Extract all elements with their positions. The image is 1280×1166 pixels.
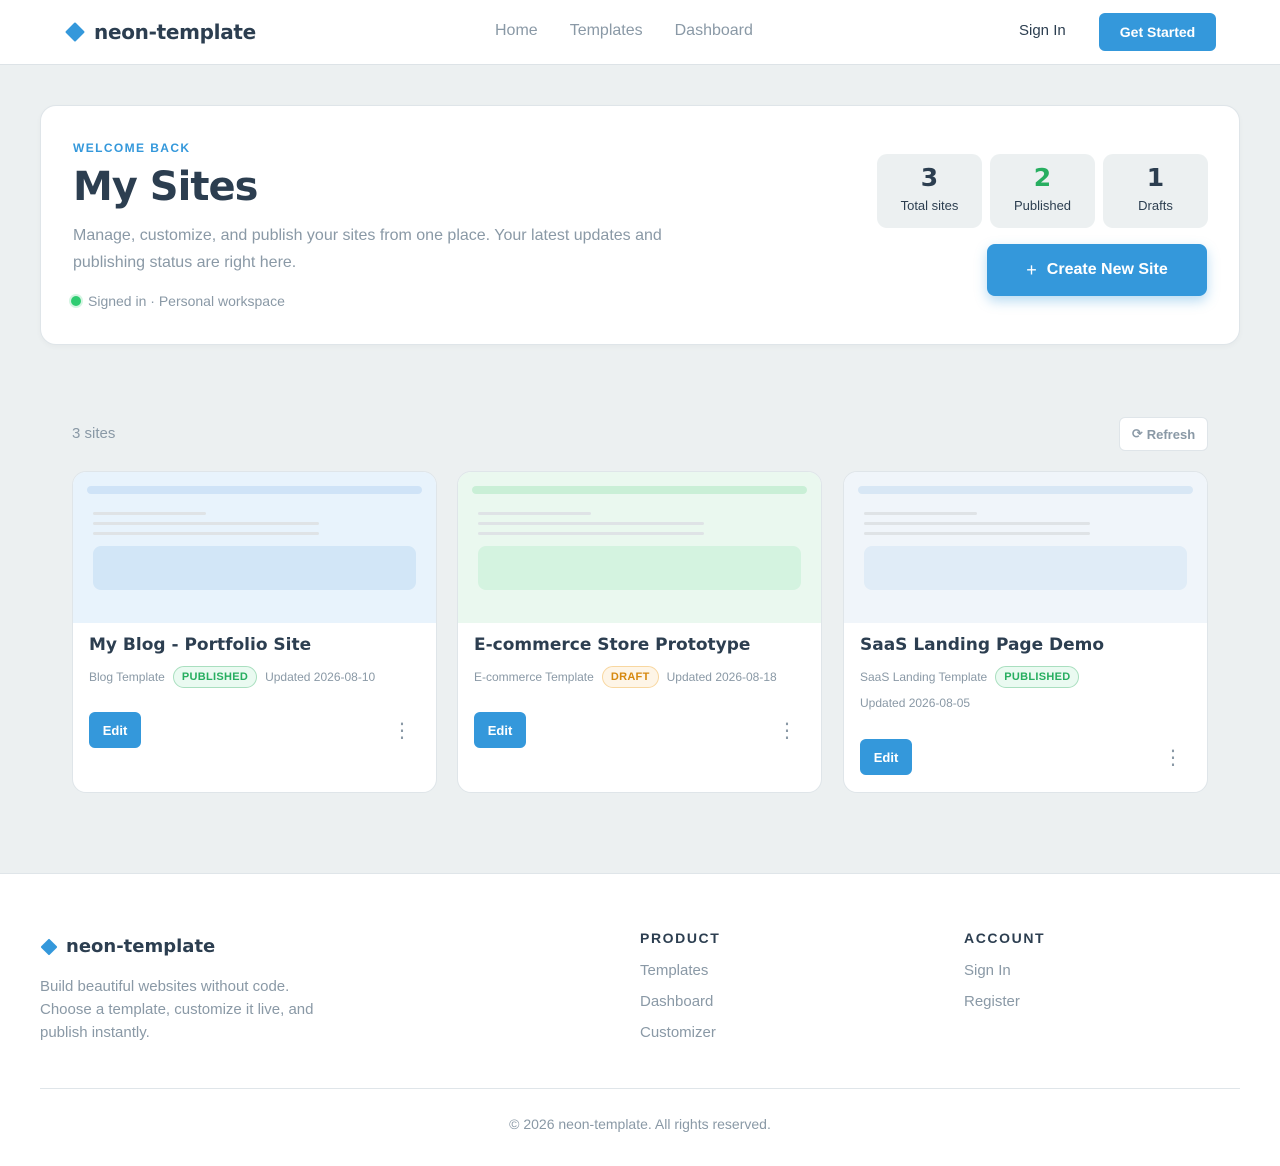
plus-icon: + [1026, 259, 1037, 280]
footer-brand[interactable]: neon-template [40, 936, 215, 957]
site-count: 3 sites [72, 425, 116, 442]
edit-button[interactable]: Edit [89, 712, 141, 748]
footer-divider [40, 1088, 1240, 1089]
stat-label: Total sites [900, 198, 959, 213]
footer-brand-name: neon-template [66, 936, 216, 957]
more-options-icon[interactable]: ⋮ [392, 712, 412, 748]
stat-drafts: 1 Drafts [1103, 154, 1208, 228]
footer-heading: ACCOUNT [964, 930, 1046, 946]
footer-link-customizer[interactable]: Customizer [640, 1024, 720, 1041]
site-thumbnail [73, 472, 436, 623]
site-title: SaaS Landing Page Demo [860, 635, 1105, 655]
main-nav: Home Templates Dashboard [495, 22, 753, 40]
refresh-icon: ⟳ [1131, 426, 1143, 441]
refresh-button[interactable]: ⟳ Refresh [1119, 417, 1208, 451]
stat-label: Published [1013, 198, 1072, 213]
page-description: Manage, customize, and publish your site… [73, 227, 662, 271]
stat-label: Drafts [1138, 198, 1173, 213]
more-options-icon[interactable]: ⋮ [777, 712, 797, 748]
session-status-text: Signed in · Personal workspace [88, 293, 285, 309]
status-badge: DRAFT [601, 666, 659, 688]
site-template: Blog Template [89, 670, 165, 684]
stat-value: 3 [920, 163, 939, 192]
refresh-label: Refresh [1146, 426, 1196, 442]
site-meta: SaaS Landing Template PUBLISHED Updated … [860, 666, 1195, 710]
brand-name: neon-template [94, 20, 256, 44]
site-title: My Blog - Portfolio Site [89, 635, 312, 655]
copyright: © 2026 neon-template. All rights reserve… [509, 1116, 771, 1132]
site-updated: Updated 2026-08-05 [860, 696, 971, 710]
footer-link-dashboard[interactable]: Dashboard [640, 993, 720, 1010]
site-thumbnail [844, 472, 1207, 623]
footer-link-templates[interactable]: Templates [640, 962, 720, 979]
create-new-site-button[interactable]: + Create New Site [987, 244, 1207, 296]
sign-in-link[interactable]: Sign In [1019, 22, 1066, 39]
nav-item-templates[interactable]: Templates [570, 22, 643, 40]
create-new-site-label: Create New Site [1046, 261, 1168, 278]
site-card-blog[interactable]: My Blog - Portfolio Site Blog Template P… [72, 471, 437, 793]
nav-item-home[interactable]: Home [495, 22, 538, 40]
page-title: My Sites [73, 164, 258, 210]
site-updated: Updated 2026-08-18 [666, 670, 777, 684]
footer-link-sign-in[interactable]: Sign In [964, 962, 1045, 979]
more-options-icon[interactable]: ⋮ [1163, 739, 1183, 775]
session-status: Signed in · Personal workspace [71, 293, 285, 309]
site-thumbnail [458, 472, 821, 623]
top-navbar: neon-template Home Templates Dashboard S… [0, 0, 1280, 65]
diamond-logo-icon [65, 22, 85, 42]
footer-account-column: ACCOUNT Sign In Register [964, 930, 1045, 1024]
status-badge: PUBLISHED [172, 666, 258, 688]
site-footer: neon-template Build beautiful websites w… [0, 873, 1280, 1166]
site-card-saas[interactable]: SaaS Landing Page Demo SaaS Landing Temp… [843, 471, 1208, 793]
brand-logo[interactable]: neon-template [64, 19, 256, 45]
footer-product-column: PRODUCT Templates Dashboard Customizer [640, 930, 720, 1055]
stat-value: 2 [1033, 163, 1052, 192]
edit-button[interactable]: Edit [860, 739, 912, 775]
site-stats: 3 Total sites 2 Published 1 Drafts [877, 154, 1208, 228]
site-title: E-commerce Store Prototype [474, 635, 751, 655]
edit-button[interactable]: Edit [474, 712, 526, 748]
site-card-ecommerce[interactable]: E-commerce Store Prototype E-commerce Te… [457, 471, 822, 793]
footer-description: Build beautiful websites without code. C… [40, 978, 314, 1041]
footer-link-register[interactable]: Register [964, 993, 1045, 1010]
site-meta: E-commerce Template DRAFT Updated 2026-0… [474, 666, 809, 688]
stat-published: 2 Published [990, 154, 1095, 228]
site-updated: Updated 2026-08-10 [265, 670, 376, 684]
get-started-button[interactable]: Get Started [1099, 13, 1216, 51]
diamond-logo-icon [40, 938, 58, 955]
site-template: SaaS Landing Template [860, 670, 988, 684]
stat-value: 1 [1146, 163, 1165, 192]
stat-total-sites: 3 Total sites [877, 154, 982, 228]
welcome-panel: WELCOME BACK My Sites Manage, customize,… [40, 105, 1240, 345]
footer-heading: PRODUCT [640, 930, 721, 946]
status-badge: PUBLISHED [995, 666, 1080, 688]
site-meta: Blog Template PUBLISHED Updated 2026-08-… [89, 666, 424, 688]
site-template: E-commerce Template [474, 670, 594, 684]
online-status-icon [71, 296, 81, 306]
nav-item-dashboard[interactable]: Dashboard [675, 22, 753, 40]
welcome-eyebrow: WELCOME BACK [73, 141, 191, 155]
